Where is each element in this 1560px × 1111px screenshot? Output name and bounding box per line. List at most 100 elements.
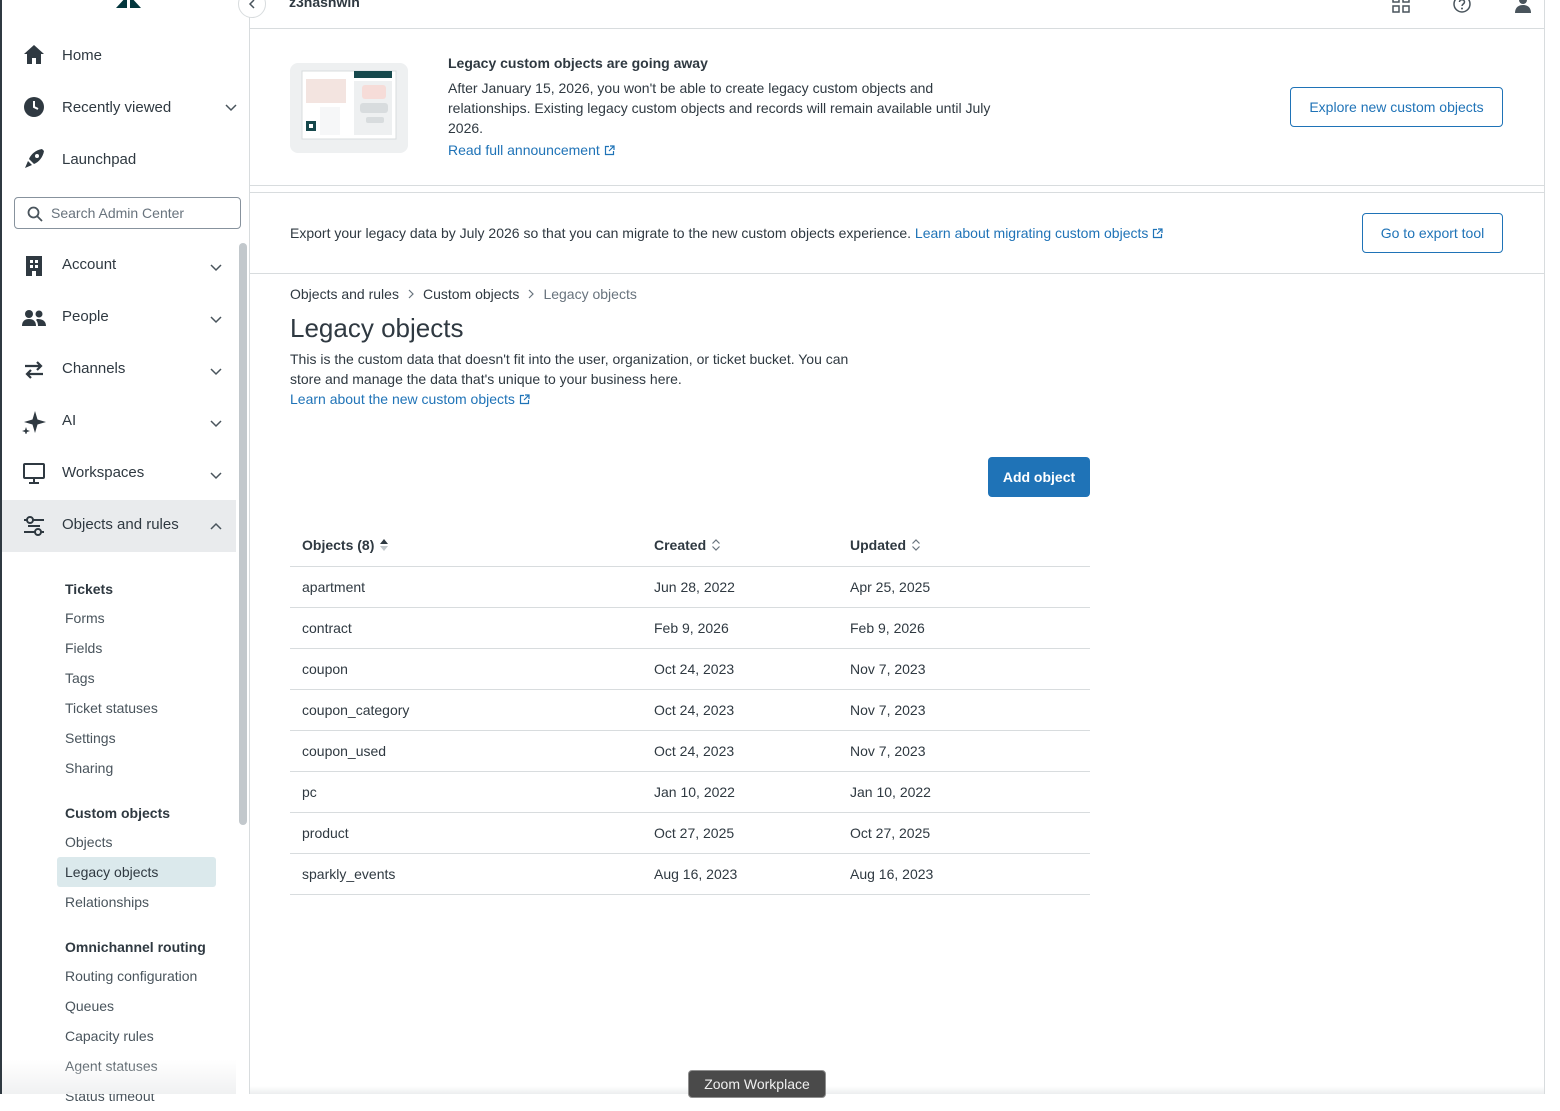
subnav-item-tags[interactable]: Tags xyxy=(57,663,216,693)
clock-icon xyxy=(24,97,44,117)
object-name-cell: contract xyxy=(290,607,642,649)
created-cell: Aug 16, 2023 xyxy=(642,853,838,895)
admin-sidebar: Home Recently viewed Launchpad Account P… xyxy=(0,0,266,1104)
subnav-item-routing-configuration[interactable]: Routing configuration xyxy=(57,961,216,991)
table-row[interactable]: coupon Oct 24, 2023 Nov 7, 2023 xyxy=(290,648,1090,690)
rocket-icon xyxy=(25,149,44,168)
subnav-item-queues[interactable]: Queues xyxy=(57,991,216,1021)
export-message: Export your legacy data by July 2026 so … xyxy=(290,225,1163,241)
chevron-right-icon xyxy=(408,289,414,299)
learn-migrating-link[interactable]: Learn about migrating custom objects xyxy=(915,225,1163,241)
subnav-item-relationships[interactable]: Relationships xyxy=(57,887,216,917)
products-grid-icon[interactable] xyxy=(1391,0,1411,14)
subnav-heading-omnichannel-routing: Omnichannel routing xyxy=(65,939,206,955)
chevron-left-icon xyxy=(248,0,255,9)
subnav-item-legacy-objects[interactable]: Legacy objects xyxy=(57,857,216,887)
subnav-item-capacity-rules[interactable]: Capacity rules xyxy=(57,1021,216,1051)
add-object-button[interactable]: Add object xyxy=(988,457,1090,497)
people-icon xyxy=(22,310,46,326)
subnav-item-ticket-statuses[interactable]: Ticket statuses xyxy=(57,693,216,723)
chevron-down-icon xyxy=(225,104,237,112)
external-link-icon xyxy=(604,144,615,155)
table-row[interactable]: contract Feb 9, 2026 Feb 9, 2026 xyxy=(290,607,1090,649)
nav-ai[interactable]: AI xyxy=(2,396,236,448)
subnav-item-forms[interactable]: Forms xyxy=(57,603,216,633)
account-subdomain: z3nashwin xyxy=(289,0,360,10)
help-icon[interactable] xyxy=(1452,0,1472,14)
table-row[interactable]: pc Jan 10, 2022 Jan 10, 2022 xyxy=(290,771,1090,813)
content-right-border xyxy=(1544,0,1545,1094)
subnav-heading-tickets: Tickets xyxy=(65,581,113,597)
table-row[interactable]: coupon_category Oct 24, 2023 Nov 7, 2023 xyxy=(290,689,1090,731)
top-bar: z3nashwin xyxy=(250,0,1544,29)
column-header-label: Updated xyxy=(850,537,906,554)
banner-illustration xyxy=(290,63,408,153)
created-cell: Oct 24, 2023 xyxy=(642,730,838,772)
sidebar-item-launchpad[interactable]: Launchpad xyxy=(2,133,250,185)
search-input[interactable] xyxy=(49,199,234,227)
sidebar-item-recently-viewed[interactable]: Recently viewed xyxy=(2,81,250,133)
created-cell: Oct 24, 2023 xyxy=(642,648,838,690)
column-header-label: Created xyxy=(654,537,707,554)
user-profile-icon[interactable] xyxy=(1513,0,1533,14)
search-icon xyxy=(27,206,43,222)
table-row[interactable]: sparkly_events Aug 16, 2023 Aug 16, 2023 xyxy=(290,853,1090,895)
object-name-cell: apartment xyxy=(290,566,642,608)
sidebar-scroll-area: Account People Channels AI Workspaces Ob… xyxy=(2,240,238,1104)
nav-account[interactable]: Account xyxy=(2,240,236,292)
read-announcement-link[interactable]: Read full announcement xyxy=(448,142,615,158)
nav-label: People xyxy=(62,308,109,325)
chevron-down-icon xyxy=(210,316,222,324)
sort-ascending-icon xyxy=(380,539,389,552)
breadcrumb-current: Legacy objects xyxy=(543,286,637,302)
updated-cell: Jan 10, 2022 xyxy=(838,771,1090,813)
chevron-down-icon xyxy=(210,368,222,376)
legacy-objects-table: Objects (8) Created Updated apartment Ju… xyxy=(290,525,1090,895)
go-to-export-tool-button[interactable]: Go to export tool xyxy=(1362,213,1503,253)
table-row[interactable]: apartment Jun 28, 2022 Apr 25, 2025 xyxy=(290,566,1090,608)
breadcrumb-objects-and-rules[interactable]: Objects and rules xyxy=(290,286,399,302)
arrows-swap-icon xyxy=(25,361,43,379)
monitor-icon xyxy=(23,463,45,484)
sidebar-item-home[interactable]: Home xyxy=(2,29,250,81)
sidebar-fade xyxy=(2,1060,236,1094)
home-icon xyxy=(24,45,44,64)
updated-cell: Oct 27, 2025 xyxy=(838,812,1090,854)
subnav-item-settings[interactable]: Settings xyxy=(57,723,216,753)
nav-label: AI xyxy=(62,412,77,429)
column-header-objects[interactable]: Objects (8) xyxy=(290,525,642,567)
table-row[interactable]: coupon_used Oct 24, 2023 Nov 7, 2023 xyxy=(290,730,1090,772)
explore-new-custom-objects-button[interactable]: Explore new custom objects xyxy=(1290,87,1503,127)
column-header-label: Objects (8) xyxy=(302,537,375,554)
learn-new-custom-objects-label: Learn about the new custom objects xyxy=(290,391,515,407)
object-name-cell: sparkly_events xyxy=(290,853,642,895)
nav-objects-and-rules[interactable]: Objects and rules xyxy=(2,500,236,552)
subnav-item-sharing[interactable]: Sharing xyxy=(57,753,216,783)
updated-cell: Apr 25, 2025 xyxy=(838,566,1090,608)
table-row[interactable]: product Oct 27, 2025 Oct 27, 2025 xyxy=(290,812,1090,854)
page-title: Legacy objects xyxy=(290,313,464,343)
sidebar-item-label: Recently viewed xyxy=(62,98,172,116)
nav-channels[interactable]: Channels xyxy=(2,344,236,396)
breadcrumb-custom-objects[interactable]: Custom objects xyxy=(423,286,519,302)
zendesk-logo-icon[interactable] xyxy=(114,0,144,14)
banner-illustration-graphic xyxy=(301,70,397,140)
updated-cell: Nov 7, 2023 xyxy=(838,689,1090,731)
learn-migrating-label: Learn about migrating custom objects xyxy=(914,225,1149,241)
learn-new-custom-objects-link[interactable]: Learn about the new custom objects xyxy=(290,389,530,409)
external-link-icon xyxy=(1153,227,1163,238)
created-cell: Oct 24, 2023 xyxy=(642,689,838,731)
sidebar-scrollbar[interactable] xyxy=(239,243,247,825)
export-legacy-data-banner: Export your legacy data by July 2026 so … xyxy=(250,192,1544,274)
column-header-updated[interactable]: Updated xyxy=(838,525,1090,567)
nav-people[interactable]: People xyxy=(2,292,236,344)
sidebar-item-label: Launchpad xyxy=(62,150,137,168)
nav-workspaces[interactable]: Workspaces xyxy=(2,448,236,500)
subnav-item-fields[interactable]: Fields xyxy=(57,633,216,663)
chevron-down-icon xyxy=(210,472,222,480)
column-header-created[interactable]: Created xyxy=(642,525,838,567)
object-name-cell: pc xyxy=(290,771,642,813)
legacy-deprecation-banner: Legacy custom objects are going away Aft… xyxy=(250,29,1544,186)
created-cell: Jun 28, 2022 xyxy=(642,566,838,608)
subnav-item-objects[interactable]: Objects xyxy=(57,827,216,857)
